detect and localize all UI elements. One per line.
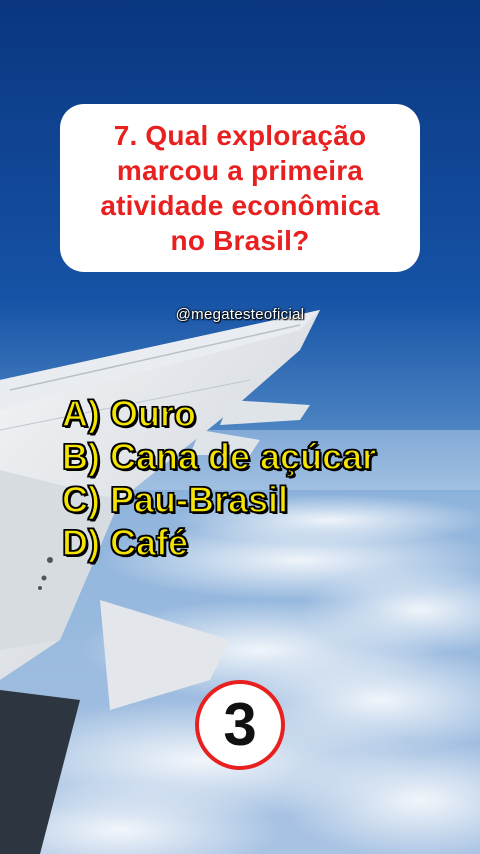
question-line: no Brasil? <box>170 225 310 256</box>
countdown-timer: 3 <box>195 680 285 770</box>
answer-options: A) Ouro B) Cana de açúcar C) Pau-Brasil … <box>61 392 462 564</box>
question-text: 7. Qual exploração marcou a primeira ati… <box>100 118 379 258</box>
question-line: atividade econômica <box>100 190 380 221</box>
question-line: 7. Qual exploração <box>113 120 367 151</box>
question-card: 7. Qual exploração marcou a primeira ati… <box>60 104 420 272</box>
countdown-value: 3 <box>223 691 257 758</box>
option-b[interactable]: B) Cana de açúcar <box>61 435 462 478</box>
option-a[interactable]: A) Ouro <box>61 392 462 435</box>
option-c[interactable]: C) Pau-Brasil <box>61 478 462 521</box>
option-d[interactable]: D) Café <box>61 521 462 564</box>
question-line: marcou a primeira <box>116 155 364 186</box>
account-handle: @megatesteoficial <box>175 306 305 323</box>
